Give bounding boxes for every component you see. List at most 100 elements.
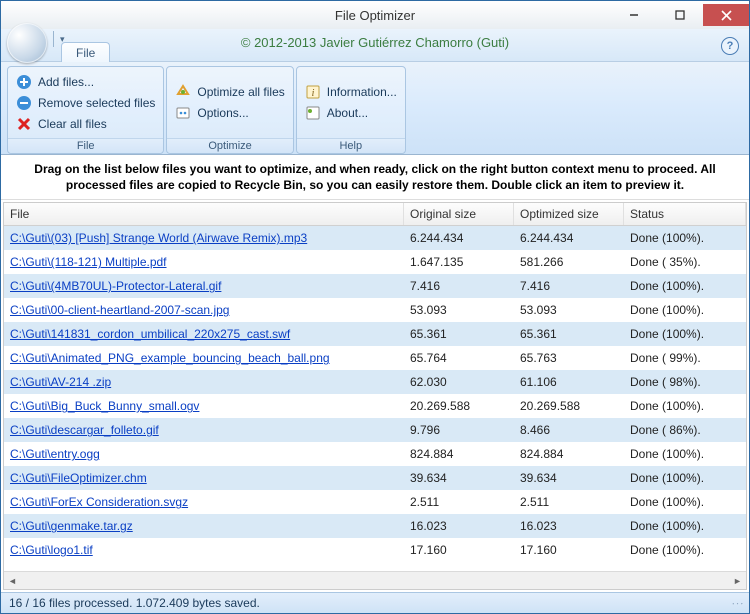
cell-status: Done (100%).: [624, 231, 746, 245]
status-text: 16 / 16 files processed. 1.072.409 bytes…: [9, 596, 260, 610]
optimize-all-button[interactable]: Optimize all files: [173, 83, 286, 101]
table-row[interactable]: C:\Guti\(03) [Push] Strange World (Airwa…: [4, 226, 746, 250]
cell-optimized: 17.160: [514, 543, 624, 557]
resize-grip-icon[interactable]: ⋰: [730, 596, 743, 609]
cell-original: 2.511: [404, 495, 514, 509]
table-row[interactable]: C:\Guti\ForEx Consideration.svgz 2.5112.5…: [4, 490, 746, 514]
table-row[interactable]: C:\Guti\descargar_folleto.gif9.7968.466D…: [4, 418, 746, 442]
cell-optimized: 61.106: [514, 375, 624, 389]
table-row[interactable]: C:\Guti\Big_Buck_Bunny_small.ogv 20.269.5…: [4, 394, 746, 418]
add-files-label: Add files...: [38, 75, 94, 89]
file-link[interactable]: C:\Guti\ForEx Consideration.svgz: [10, 495, 188, 509]
cell-status: Done (100%).: [624, 447, 746, 461]
cell-status: Done (100%).: [624, 399, 746, 413]
svg-text:i: i: [311, 88, 314, 99]
tab-file[interactable]: File: [61, 42, 110, 62]
cell-optimized: 39.634: [514, 471, 624, 485]
file-link[interactable]: C:\Guti\(03) [Push] Strange World (Airwa…: [10, 231, 307, 245]
ribbon-tabs: File: [61, 39, 110, 61]
file-link[interactable]: C:\Guti\descargar_folleto.gif: [10, 423, 159, 437]
cell-optimized: 2.511: [514, 495, 624, 509]
clear-files-button[interactable]: Clear all files: [14, 115, 157, 133]
cell-original: 1.647.135: [404, 255, 514, 269]
remove-files-button[interactable]: Remove selected files: [14, 94, 157, 112]
col-original[interactable]: Original size: [404, 203, 514, 225]
table-row[interactable]: C:\Guti\Animated_PNG_example_bouncing_be…: [4, 346, 746, 370]
table-row[interactable]: C:\Guti\genmake.tar.gz16.02316.023Done (…: [4, 514, 746, 538]
cell-optimized: 581.266: [514, 255, 624, 269]
ribbon: Add files... Remove selected files Clear…: [1, 62, 749, 155]
file-link[interactable]: C:\Guti\141831_cordon_umbilical_220x275_…: [10, 327, 290, 341]
horizontal-scrollbar[interactable]: ◄ ►: [4, 571, 746, 589]
file-table: File Original size Optimized size Status…: [3, 202, 747, 590]
table-row[interactable]: C:\Guti\logo1.tif17.16017.160Done (100%)…: [4, 538, 746, 562]
scroll-left-icon[interactable]: ◄: [4, 572, 21, 589]
cell-file: C:\Guti\141831_cordon_umbilical_220x275_…: [4, 327, 404, 341]
table-row[interactable]: C:\Guti\AV-214 .zip 62.03061.106Done ( 98…: [4, 370, 746, 394]
file-link[interactable]: C:\Guti\(118-121) Multiple.pdf: [10, 255, 167, 269]
information-label: Information...: [327, 85, 397, 99]
cell-file: C:\Guti\Big_Buck_Bunny_small.ogv: [4, 399, 404, 413]
col-file[interactable]: File: [4, 203, 404, 225]
scroll-right-icon[interactable]: ►: [729, 572, 746, 589]
file-link[interactable]: C:\Guti\00-client-heartland-2007-scan.jp…: [10, 303, 229, 317]
cell-file: C:\Guti\(4MB70UL)-Protector-Lateral.gif: [4, 279, 404, 293]
cell-optimized: 53.093: [514, 303, 624, 317]
file-link[interactable]: C:\Guti\Animated_PNG_example_bouncing_be…: [10, 351, 330, 365]
col-status[interactable]: Status: [624, 203, 746, 225]
cell-optimized: 16.023: [514, 519, 624, 533]
cell-file: C:\Guti\AV-214 .zip: [4, 375, 404, 389]
cell-optimized: 20.269.588: [514, 399, 624, 413]
clear-files-label: Clear all files: [38, 117, 107, 131]
file-link[interactable]: C:\Guti\AV-214 .zip: [10, 375, 111, 389]
app-window: File Optimizer ▾ © 2012-2013 Javier Guti…: [0, 0, 750, 614]
cell-status: Done (100%).: [624, 327, 746, 341]
window-title: File Optimizer: [1, 8, 749, 23]
file-link[interactable]: C:\Guti\(4MB70UL)-Protector-Lateral.gif: [10, 279, 221, 293]
file-link[interactable]: C:\Guti\genmake.tar.gz: [10, 519, 133, 533]
cell-file: C:\Guti\00-client-heartland-2007-scan.jp…: [4, 303, 404, 317]
cell-original: 16.023: [404, 519, 514, 533]
cell-file: C:\Guti\logo1.tif: [4, 543, 404, 557]
cell-status: Done (100%).: [624, 495, 746, 509]
minus-icon: [16, 95, 32, 111]
col-optimized[interactable]: Optimized size: [514, 203, 624, 225]
cell-status: Done ( 35%).: [624, 255, 746, 269]
file-link[interactable]: C:\Guti\FileOptimizer.chm: [10, 471, 147, 485]
options-label: Options...: [197, 106, 248, 120]
copyright-text: © 2012-2013 Javier Gutiérrez Chamorro (G…: [1, 35, 749, 50]
ribbon-group-file: Add files... Remove selected files Clear…: [7, 66, 164, 154]
cell-original: 65.361: [404, 327, 514, 341]
file-link[interactable]: C:\Guti\Big_Buck_Bunny_small.ogv: [10, 399, 199, 413]
table-row[interactable]: C:\Guti\(4MB70UL)-Protector-Lateral.gif 7…: [4, 274, 746, 298]
table-row[interactable]: C:\Guti\00-client-heartland-2007-scan.jp…: [4, 298, 746, 322]
scroll-track[interactable]: [21, 572, 729, 589]
table-row[interactable]: C:\Guti\FileOptimizer.chm39.63439.634Don…: [4, 466, 746, 490]
cell-file: C:\Guti\(118-121) Multiple.pdf: [4, 255, 404, 269]
cell-original: 6.244.434: [404, 231, 514, 245]
cell-original: 7.416: [404, 279, 514, 293]
about-button[interactable]: About...: [303, 104, 399, 122]
table-row[interactable]: C:\Guti\entry.ogg824.884824.884Done (100…: [4, 442, 746, 466]
cell-original: 62.030: [404, 375, 514, 389]
table-body[interactable]: C:\Guti\(03) [Push] Strange World (Airwa…: [4, 226, 746, 571]
options-button[interactable]: Options...: [173, 104, 286, 122]
cell-status: Done ( 98%).: [624, 375, 746, 389]
add-files-button[interactable]: Add files...: [14, 73, 157, 91]
table-row[interactable]: C:\Guti\(118-121) Multiple.pdf 1.647.1355…: [4, 250, 746, 274]
cell-status: Done (100%).: [624, 303, 746, 317]
status-bar: 16 / 16 files processed. 1.072.409 bytes…: [1, 592, 749, 613]
cell-file: C:\Guti\entry.ogg: [4, 447, 404, 461]
cell-optimized: 824.884: [514, 447, 624, 461]
cell-optimized: 65.361: [514, 327, 624, 341]
group-label-file: File: [8, 138, 163, 153]
cell-file: C:\Guti\(03) [Push] Strange World (Airwa…: [4, 231, 404, 245]
optimize-all-label: Optimize all files: [197, 85, 284, 99]
x-icon: [16, 116, 32, 132]
information-button[interactable]: i Information...: [303, 83, 399, 101]
about-label: About...: [327, 106, 368, 120]
group-label-optimize: Optimize: [167, 138, 292, 153]
file-link[interactable]: C:\Guti\entry.ogg: [10, 447, 100, 461]
table-row[interactable]: C:\Guti\141831_cordon_umbilical_220x275_…: [4, 322, 746, 346]
file-link[interactable]: C:\Guti\logo1.tif: [10, 543, 93, 557]
